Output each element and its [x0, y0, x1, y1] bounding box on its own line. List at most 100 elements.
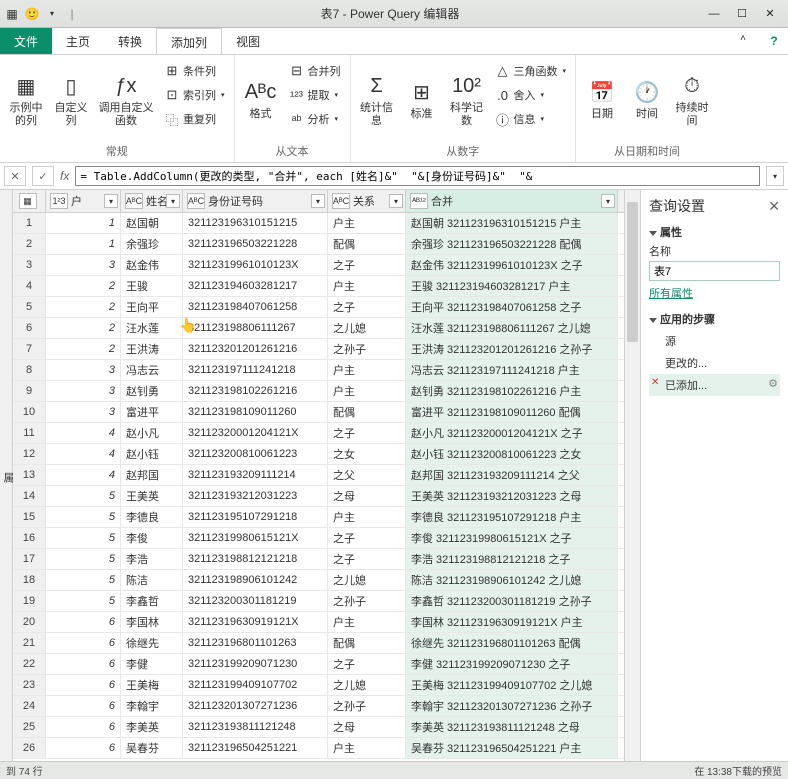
cell-id[interactable]: 32112319961010123X: [183, 255, 328, 275]
cell-name[interactable]: 李德良: [121, 507, 183, 527]
cell-hu[interactable]: 3: [46, 381, 121, 401]
cell-name[interactable]: 赵钊勇: [121, 381, 183, 401]
tab-file[interactable]: 文件: [0, 28, 52, 54]
cell-relation[interactable]: 配偶: [328, 402, 406, 422]
table-row[interactable]: 145王美英321123193212031223之母王美英 3211231932…: [13, 486, 624, 507]
table-row[interactable]: 33赵金伟32112319961010123X之子赵金伟 32112319961…: [13, 255, 624, 276]
cell-merge[interactable]: 汪水莲 321123198806111267 之儿媳: [406, 318, 618, 338]
step-item[interactable]: 更改的...: [649, 352, 780, 374]
cell-relation[interactable]: 配偶: [328, 234, 406, 254]
cell-id[interactable]: 321123200810061223: [183, 444, 328, 464]
cell-hu[interactable]: 4: [46, 465, 121, 485]
cell-hu[interactable]: 6: [46, 675, 121, 695]
cell-merge[interactable]: 李美英 321123193811121248 之母: [406, 717, 618, 737]
merge-column-button[interactable]: ⊟合并列: [286, 60, 344, 82]
cell-id[interactable]: 321123198806111267: [183, 318, 328, 338]
cell-id[interactable]: 321123198812121218: [183, 549, 328, 569]
cell-merge[interactable]: 王骏 321123194603281217 户主: [406, 276, 618, 296]
cell-relation[interactable]: 户主: [328, 738, 406, 758]
grid-body[interactable]: 11赵国朝321123196310151215户主赵国朝 32112319631…: [13, 213, 624, 761]
cell-name[interactable]: 冯志云: [121, 360, 183, 380]
cell-name[interactable]: 余强珍: [121, 234, 183, 254]
cell-merge[interactable]: 赵钊勇 321123198102261216 户主: [406, 381, 618, 401]
cell-hu[interactable]: 5: [46, 591, 121, 611]
cell-merge[interactable]: 李俊 32112319980615121X 之子: [406, 528, 618, 548]
cell-hu[interactable]: 6: [46, 696, 121, 716]
cell-relation[interactable]: 户主: [328, 213, 406, 233]
cell-relation[interactable]: 之孙子: [328, 339, 406, 359]
table-row[interactable]: 216徐继先321123196801101263配偶徐继先 3211231968…: [13, 633, 624, 654]
date-button[interactable]: 📅日期: [582, 58, 622, 141]
cell-relation[interactable]: 户主: [328, 360, 406, 380]
cell-hu[interactable]: 6: [46, 738, 121, 758]
cell-hu[interactable]: 6: [46, 717, 121, 737]
cell-relation[interactable]: 配偶: [328, 633, 406, 653]
cell-name[interactable]: 富进平: [121, 402, 183, 422]
cell-name[interactable]: 赵小钰: [121, 444, 183, 464]
table-row[interactable]: 246李翰宇321123201307271236之孙子李翰宇 321123201…: [13, 696, 624, 717]
table-row[interactable]: 226李健321123199209071230之子李健 321123199209…: [13, 654, 624, 675]
cell-id[interactable]: 321123196503221228: [183, 234, 328, 254]
standard-button[interactable]: ⊞标准: [402, 58, 442, 141]
cell-hu[interactable]: 4: [46, 444, 121, 464]
table-row[interactable]: 62汪水莲321123198806111267之儿媳汪水莲 3211231988…: [13, 318, 624, 339]
cell-hu[interactable]: 1: [46, 213, 121, 233]
cell-name[interactable]: 王美英: [121, 486, 183, 506]
cell-hu[interactable]: 1: [46, 234, 121, 254]
cell-merge[interactable]: 王美英 321123193212031223 之母: [406, 486, 618, 506]
cell-id[interactable]: 321123196504251221: [183, 738, 328, 758]
tab-addcolumn[interactable]: 添加列: [156, 28, 222, 54]
cell-hu[interactable]: 2: [46, 318, 121, 338]
table-row[interactable]: 42王骏321123194603281217户主王骏 3211231946032…: [13, 276, 624, 297]
cell-relation[interactable]: 户主: [328, 276, 406, 296]
table-row[interactable]: 134赵邦国321123193209111214之父赵邦国 3211231932…: [13, 465, 624, 486]
cell-id[interactable]: 321123193209111214: [183, 465, 328, 485]
row-header-corner[interactable]: ▦: [13, 190, 46, 212]
cell-id[interactable]: 321123201201261216: [183, 339, 328, 359]
tab-transform[interactable]: 转换: [104, 28, 156, 54]
cell-id[interactable]: 321123197111241218: [183, 360, 328, 380]
cell-name[interactable]: 吴春芬: [121, 738, 183, 758]
commit-formula-button[interactable]: ✓: [32, 166, 54, 186]
dropdown-icon[interactable]: ▾: [44, 6, 60, 22]
table-row[interactable]: 21余强珍321123196503221228配偶余强珍 32112319650…: [13, 234, 624, 255]
cell-hu[interactable]: 6: [46, 633, 121, 653]
cell-hu[interactable]: 3: [46, 360, 121, 380]
cell-name[interactable]: 赵国朝: [121, 213, 183, 233]
table-row[interactable]: 83冯志云321123197111241218户主冯志云 32112319711…: [13, 360, 624, 381]
cell-id[interactable]: 321123198407061258: [183, 297, 328, 317]
table-row[interactable]: 185陈洁321123198906101242之儿媳陈洁 32112319890…: [13, 570, 624, 591]
cell-id[interactable]: 321123194603281217: [183, 276, 328, 296]
maximize-button[interactable]: ☐: [728, 3, 756, 25]
cell-name[interactable]: 李鑫哲: [121, 591, 183, 611]
cell-merge[interactable]: 吴春芬 321123196504251221 户主: [406, 738, 618, 758]
close-settings-button[interactable]: ✕: [768, 198, 780, 215]
column-header-merge[interactable]: ᴬᴮ¹²合并▾: [406, 190, 618, 212]
cell-name[interactable]: 赵金伟: [121, 255, 183, 275]
cell-name[interactable]: 陈洁: [121, 570, 183, 590]
cell-id[interactable]: 321123201307271236: [183, 696, 328, 716]
cell-id[interactable]: 32112319630919121X: [183, 612, 328, 632]
invoke-function-button[interactable]: ƒx调用自定义函数: [96, 58, 156, 141]
cell-merge[interactable]: 王向平 321123198407061258 之子: [406, 297, 618, 317]
cell-merge[interactable]: 徐继先 321123196801101263 配偶: [406, 633, 618, 653]
cell-merge[interactable]: 李德良 321123195107291218 户主: [406, 507, 618, 527]
cell-id[interactable]: 321123196310151215: [183, 213, 328, 233]
table-row[interactable]: 236王美梅321123199409107702之儿媳王美梅 321123199…: [13, 675, 624, 696]
help-button[interactable]: ?: [760, 28, 788, 54]
cell-merge[interactable]: 赵国朝 321123196310151215 户主: [406, 213, 618, 233]
cell-relation[interactable]: 之父: [328, 465, 406, 485]
table-row[interactable]: 195李鑫哲321123200301181219之孙子李鑫哲 321123200…: [13, 591, 624, 612]
steps-heading[interactable]: 应用的步骤: [649, 311, 780, 327]
cell-id[interactable]: 32112319980615121X: [183, 528, 328, 548]
cell-hu[interactable]: 2: [46, 276, 121, 296]
cell-name[interactable]: 王向平: [121, 297, 183, 317]
cell-merge[interactable]: 李翰宇 321123201307271236 之孙子: [406, 696, 618, 716]
gear-icon[interactable]: ⚙: [768, 377, 778, 390]
cell-relation[interactable]: 之母: [328, 717, 406, 737]
cell-relation[interactable]: 之子: [328, 255, 406, 275]
cell-id[interactable]: 321123196801101263: [183, 633, 328, 653]
table-row[interactable]: 114赵小凡32112320001204121X之子赵小凡 3211232000…: [13, 423, 624, 444]
table-row[interactable]: 103富进平321123198109011260配偶富进平 3211231981…: [13, 402, 624, 423]
cell-id[interactable]: 321123198102261216: [183, 381, 328, 401]
